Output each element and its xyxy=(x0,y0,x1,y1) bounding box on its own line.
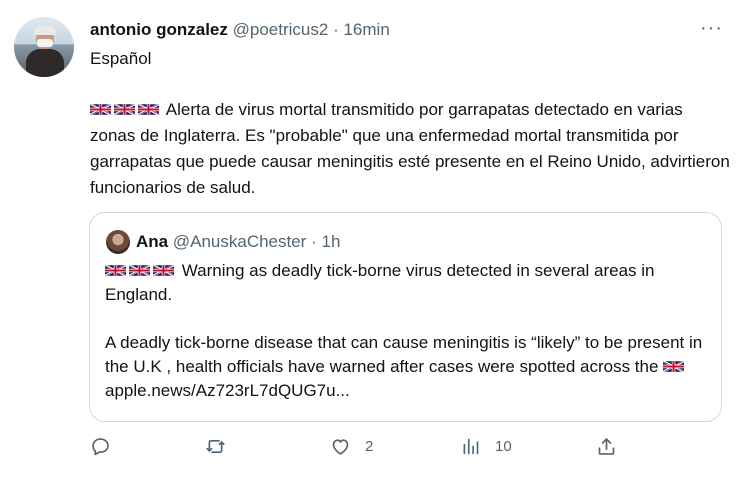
uk-flag-icon xyxy=(114,102,135,117)
uk-flag-icon xyxy=(105,263,126,278)
uk-flag-icon xyxy=(663,359,684,374)
quoted-paragraph-2-text: A deadly tick-borne disease that can cau… xyxy=(105,333,703,376)
tweet-body: Alerta de virus mortal transmitido por g… xyxy=(90,100,730,197)
more-icon[interactable]: ··· xyxy=(700,18,723,38)
quoted-tweet-time: 1h xyxy=(321,232,341,251)
author-name[interactable]: antonio gonzalez xyxy=(90,20,228,39)
author-handle[interactable]: @poetricus2 xyxy=(233,20,329,39)
reply-icon xyxy=(92,438,109,456)
author-avatar[interactable] xyxy=(14,17,74,77)
quoted-header-separator: · xyxy=(311,232,317,251)
quoted-tweet-header: Ana @AnuskaChester · 1h xyxy=(136,231,340,253)
uk-flag-icon xyxy=(90,102,111,117)
like-button[interactable]: 2 xyxy=(330,436,373,457)
quoted-author-avatar xyxy=(106,230,130,254)
action-bar: 2 10 xyxy=(0,436,738,466)
like-count: 2 xyxy=(365,438,374,455)
share-icon xyxy=(598,438,615,455)
quoted-paragraph-1: Warning as deadly tick-borne virus detec… xyxy=(105,259,715,307)
retweet-icon xyxy=(206,439,225,454)
quoted-paragraph-1-text: Warning as deadly tick-borne virus detec… xyxy=(105,261,655,304)
share-button[interactable] xyxy=(596,436,617,457)
uk-flag-icon xyxy=(129,263,150,278)
tweet-text: Alerta de virus mortal transmitido por g… xyxy=(90,97,730,201)
views-count: 10 xyxy=(495,438,512,455)
quoted-link[interactable]: apple.news/Az723rL7dQUG7u... xyxy=(105,381,350,400)
like-icon xyxy=(332,439,349,455)
quoted-author-name: Ana xyxy=(136,232,169,251)
views-icon xyxy=(463,438,479,455)
retweet-button[interactable] xyxy=(205,436,240,457)
tweet-time[interactable]: 16min xyxy=(343,20,389,39)
views-button[interactable]: 10 xyxy=(460,436,512,457)
quoted-author-handle: @AnuskaChester xyxy=(172,232,307,251)
quoted-tweet[interactable]: Ana @AnuskaChester · 1h Warning as deadl… xyxy=(89,212,722,422)
tweet-header: antonio gonzalez @poetricus2 · 16min xyxy=(90,19,390,41)
quoted-paragraph-2: A deadly tick-borne disease that can cau… xyxy=(105,331,715,403)
header-separator: · xyxy=(333,20,339,39)
uk-flag-icon xyxy=(138,102,159,117)
uk-flag-icon xyxy=(153,263,174,278)
reply-button[interactable] xyxy=(90,436,125,457)
quoted-tweet-text: Warning as deadly tick-borne virus detec… xyxy=(105,259,715,403)
language-label: Español xyxy=(90,49,152,68)
